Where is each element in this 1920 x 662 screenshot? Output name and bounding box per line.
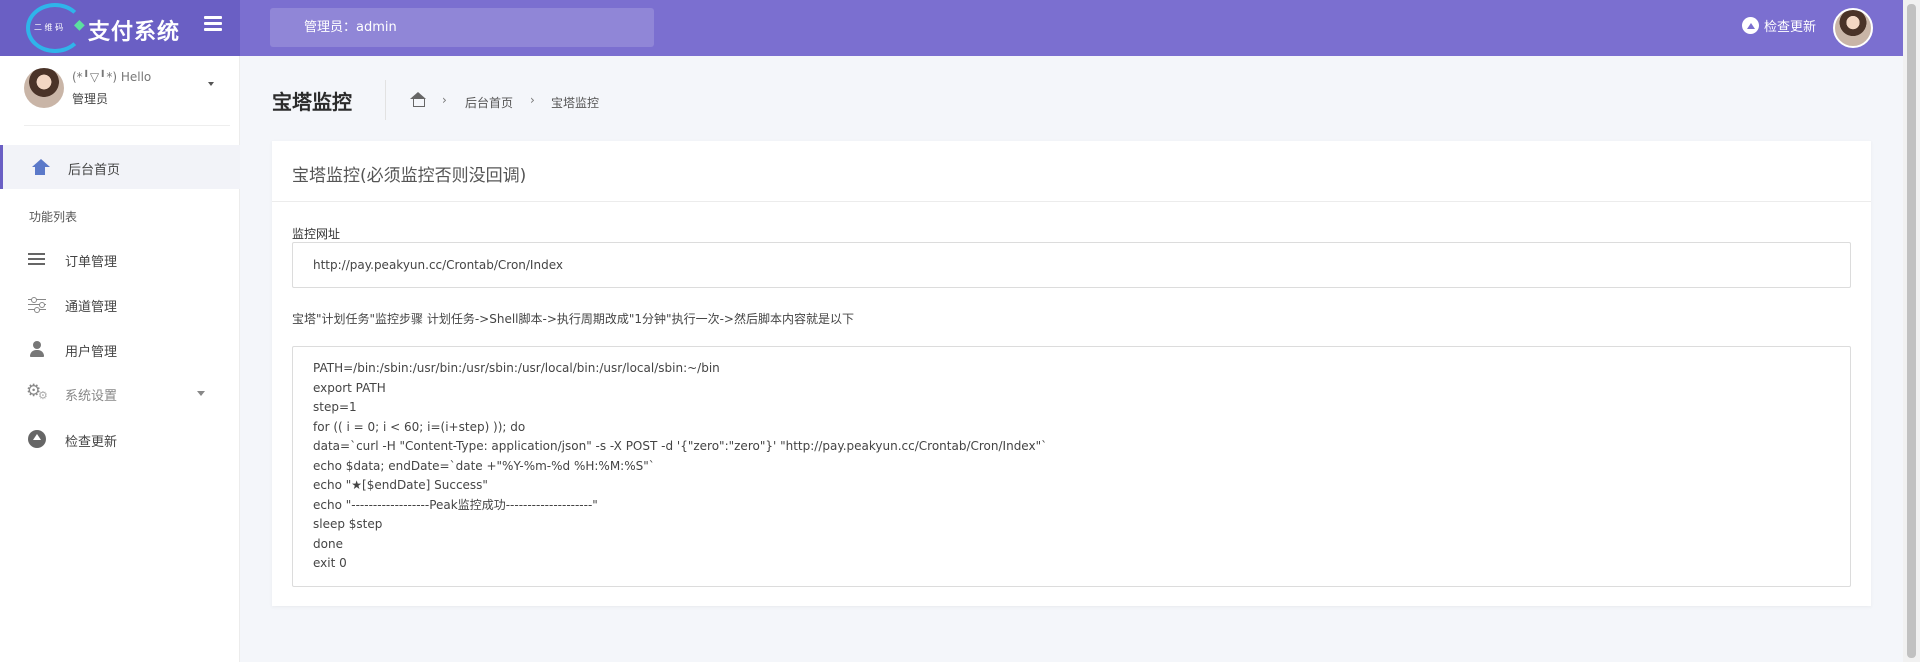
menu-toggle-icon[interactable] [204,16,222,32]
monitor-url-label: 监控网址 [292,227,341,241]
user-icon [28,340,46,358]
panel-header: 宝塔监控(必须监控否则没回调) [272,141,1871,202]
check-update-label: 检查更新 [1764,20,1817,35]
breadcrumb-home-link[interactable]: 后台首页 [465,94,513,111]
scrollbar-thumb[interactable] [1907,4,1916,658]
sidebar-item-label: 系统设置 [65,389,118,404]
breadcrumb-home-icon[interactable] [410,92,426,108]
upload-icon [1742,17,1759,34]
sidebar-item-home[interactable]: 后台首页 [0,145,240,189]
monitor-panel: 宝塔监控(必须监控否则没回调) 监控网址 宝塔"计划任务"监控步骤 计划任务->… [272,141,1871,606]
title-divider [385,80,386,120]
section-label: 功能列表 [29,210,78,224]
profile-name: (*╹▽╹*) Hello [72,70,152,84]
chevron-right-icon: › [442,93,447,107]
instruction-text: 宝塔"计划任务"监控步骤 计划任务->Shell脚本->执行周期改成"1分钟"执… [292,312,854,326]
panel-title: 宝塔监控(必须监控否则没回调) [292,166,527,186]
admin-label: 管理员：admin [270,8,654,47]
sidebar-item-settings[interactable]: 系统设置 [0,371,240,415]
sidebar-item-label: 检查更新 [65,435,118,450]
sidebar-item-orders[interactable]: 订单管理 [0,237,240,281]
script-textarea[interactable]: PATH=/bin:/sbin:/usr/bin:/usr/sbin:/usr/… [292,346,1851,587]
sidebar: (*╹▽╹*) Hello 管理员 后台首页 功能列表 订单管理 通道管理 用户… [0,56,240,662]
avatar[interactable] [1833,8,1873,48]
page-title: 宝塔监控 [272,90,352,114]
list-icon [28,250,46,268]
profile-avatar [24,68,64,108]
home-icon [31,158,50,176]
chevron-right-icon: › [530,93,535,107]
logo-diamond-icon: ◆ [74,17,85,33]
check-update-link[interactable]: 检查更新 [1742,16,1816,35]
gear-icon [26,381,48,402]
sidebar-item-label: 后台首页 [68,163,121,178]
scrollbar[interactable] [1903,0,1920,662]
breadcrumb-current: 宝塔监控 [551,96,600,110]
sidebar-item-label: 订单管理 [65,255,118,270]
sliders-icon [28,295,46,313]
caret-down-icon[interactable] [208,82,214,86]
sidebar-item-users[interactable]: 用户管理 [0,327,240,371]
sidebar-item-label: 用户管理 [65,345,118,360]
logo-text: 支付系统 [88,19,181,45]
chevron-down-icon [197,391,205,396]
sidebar-profile[interactable]: (*╹▽╹*) Hello 管理员 [24,68,230,126]
top-bar: 二 维 码 ◆ 支付系统 管理员：admin 检查更新 [0,0,1903,56]
sidebar-item-update[interactable]: 检查更新 [0,417,240,461]
upload-icon [28,430,46,448]
sidebar-item-label: 通道管理 [65,300,118,315]
logo[interactable]: 二 维 码 ◆ 支付系统 [0,0,240,56]
logo-small-text: 二 维 码 [34,23,64,32]
monitor-url-input[interactable] [292,242,1851,288]
profile-role: 管理员 [72,92,109,106]
sidebar-item-channels[interactable]: 通道管理 [0,282,240,326]
